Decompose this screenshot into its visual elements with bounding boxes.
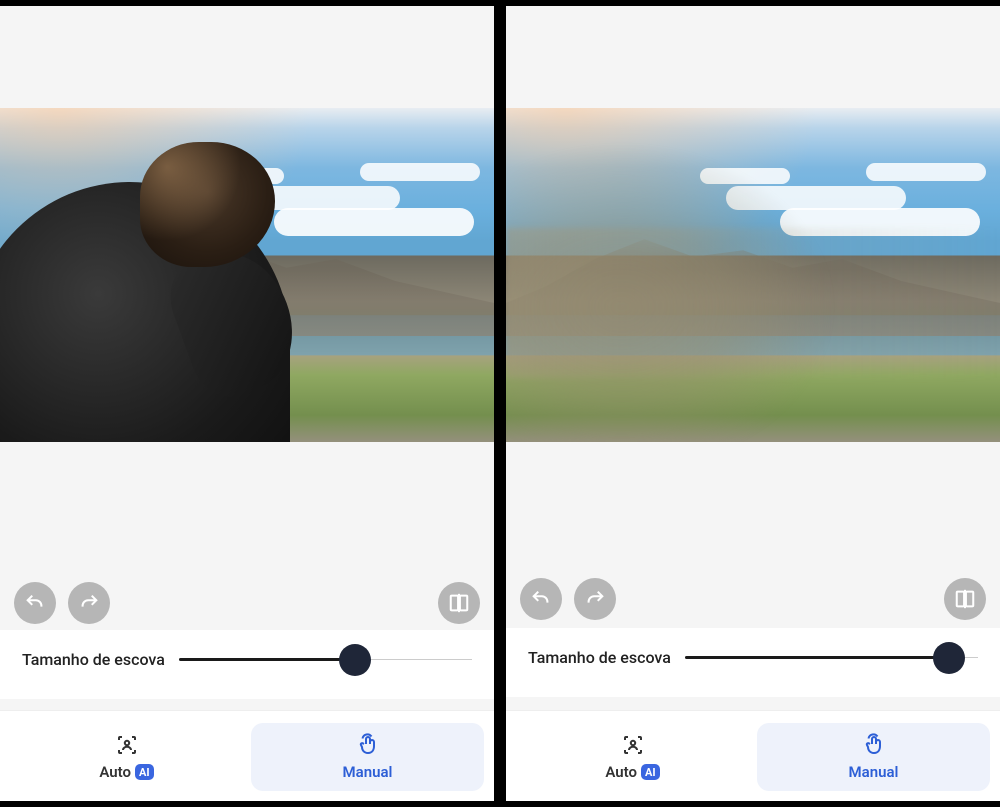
undo-icon (530, 588, 552, 610)
inpaint-smear (506, 142, 836, 442)
slider-fill (179, 658, 355, 661)
mode-tab-bar: Auto AI Manual (506, 710, 1000, 807)
compare-button[interactable] (944, 578, 986, 620)
compare-icon (954, 588, 976, 610)
cloud-decoration (360, 163, 480, 181)
tab-manual[interactable]: Manual (251, 723, 484, 791)
redo-icon (584, 588, 606, 610)
cloud-decoration (866, 163, 986, 181)
brush-size-slider[interactable] (685, 656, 978, 659)
slider-thumb[interactable] (339, 644, 371, 676)
brush-size-label: Tamanho de escova (22, 650, 165, 669)
comparison-container: Tamanho de escova (0, 0, 1000, 807)
image-canvas-after[interactable] (506, 108, 1000, 442)
brush-size-slider-area: Tamanho de escova (506, 628, 1000, 697)
tab-manual-label: Manual (849, 763, 899, 781)
slider-rest (355, 659, 472, 660)
undo-icon (24, 592, 46, 614)
top-bar (506, 0, 1000, 108)
history-toolbar (506, 578, 1000, 620)
history-toolbar (0, 582, 494, 624)
touch-icon (862, 733, 886, 757)
ai-badge: AI (135, 764, 154, 780)
panel-after: Tamanho de escova (506, 0, 1000, 807)
tab-auto-label-row: Auto AI (99, 763, 153, 781)
tab-auto[interactable]: Auto AI (516, 723, 749, 791)
compare-icon (448, 592, 470, 614)
brush-size-slider-area: Tamanho de escova (0, 630, 494, 699)
scan-person-icon (621, 733, 645, 757)
undo-button[interactable] (520, 578, 562, 620)
scan-person-icon (115, 733, 139, 757)
editor-controls-before: Tamanho de escova (0, 442, 494, 807)
compare-button[interactable] (438, 582, 480, 624)
tab-auto[interactable]: Auto AI (10, 723, 243, 791)
undo-button[interactable] (14, 582, 56, 624)
tab-auto-label: Auto (99, 763, 131, 781)
ai-badge: AI (641, 764, 660, 780)
tab-auto-label: Auto (605, 763, 637, 781)
tab-manual[interactable]: Manual (757, 723, 990, 791)
slider-fill (685, 656, 949, 659)
slider-thumb[interactable] (933, 642, 965, 674)
redo-button[interactable] (574, 578, 616, 620)
person-subject (0, 132, 300, 442)
tab-manual-label: Manual (343, 763, 393, 781)
brush-size-label: Tamanho de escova (528, 648, 671, 667)
mode-tab-bar: Auto AI Manual (0, 710, 494, 807)
top-bar (0, 0, 494, 108)
editor-controls-after: Tamanho de escova (506, 442, 1000, 807)
cloud-decoration (274, 208, 474, 236)
brush-size-slider[interactable] (179, 658, 472, 661)
touch-icon (356, 733, 380, 757)
redo-icon (78, 592, 100, 614)
redo-button[interactable] (68, 582, 110, 624)
image-canvas-before[interactable] (0, 108, 494, 442)
tab-auto-label-row: Auto AI (605, 763, 659, 781)
panel-before: Tamanho de escova (0, 0, 494, 807)
